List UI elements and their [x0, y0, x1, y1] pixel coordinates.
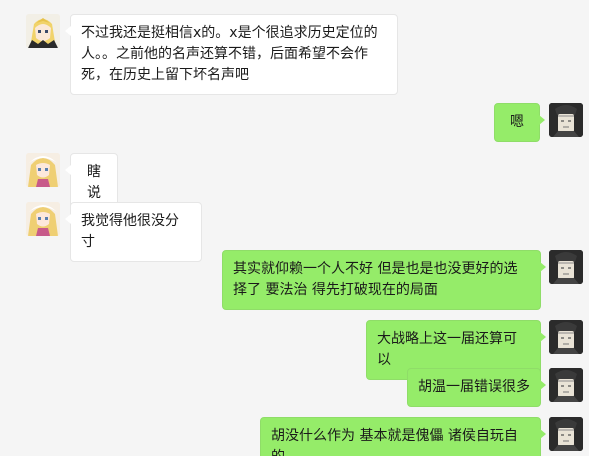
message-text: 胡没什么作为 基本就是傀儡 诸侯自玩自的: [271, 428, 518, 456]
message-row: 大战略上这一届还算可以: [0, 313, 589, 380]
avatar[interactable]: [549, 320, 583, 354]
chat-area: 不过我还是挺相信x的。x是个很追求历史定位的人。。之前他的名声还算不错，后面希望…: [0, 0, 589, 456]
avatar-anime-girl-icon: [26, 202, 60, 236]
message-bubble[interactable]: 其实就仰赖一个人不好 但是也是也没更好的选择了 要法治 得先打破现在的局面: [222, 250, 546, 310]
message-row: 我觉得他很没分寸: [0, 195, 589, 262]
avatar[interactable]: [26, 153, 60, 187]
message-row: 不过我还是挺相信x的。x是个很追求历史定位的人。。之前他的名声还算不错，后面希望…: [0, 0, 589, 95]
message-text: 其实就仰赖一个人不好 但是也是也没更好的选择了 要法治 得先打破现在的局面: [233, 261, 518, 298]
message-row: 嗯: [0, 95, 589, 145]
avatar[interactable]: [549, 103, 583, 137]
avatar-dark-figure-icon: [549, 103, 583, 137]
message-text: 胡温一届错误很多: [418, 379, 530, 395]
avatar[interactable]: [26, 202, 60, 236]
avatar-dark-figure-icon: [549, 250, 583, 284]
avatar-dark-figure-icon: [549, 417, 583, 451]
message-bubble[interactable]: 胡没什么作为 基本就是傀儡 诸侯自玩自的: [260, 417, 546, 456]
message-row: 胡温一届错误很多: [0, 363, 589, 411]
avatar[interactable]: [549, 250, 583, 284]
message-text: 不过我还是挺相信x的。x是个很追求历史定位的人。。之前他的名声还算不错，后面希望…: [81, 25, 378, 83]
avatar[interactable]: [549, 368, 583, 402]
message-bubble[interactable]: 胡温一届错误很多: [407, 368, 546, 407]
avatar[interactable]: [549, 417, 583, 451]
message-bubble[interactable]: 嗯: [494, 103, 545, 142]
avatar-dark-figure-icon: [549, 320, 583, 354]
avatar-anime-character-icon: [26, 14, 60, 48]
message-row: 胡没什么作为 基本就是傀儡 诸侯自玩自的: [0, 411, 589, 456]
avatar-anime-girl-icon: [26, 153, 60, 187]
message-bubble[interactable]: 不过我还是挺相信x的。x是个很追求历史定位的人。。之前他的名声还算不错，后面希望…: [65, 14, 398, 95]
message-text: 嗯: [510, 114, 524, 130]
avatar[interactable]: [26, 14, 60, 48]
message-row: 其实就仰赖一个人不好 但是也是也没更好的选择了 要法治 得先打破现在的局面: [0, 243, 589, 313]
avatar-dark-figure-icon: [549, 368, 583, 402]
message-row: 瞎说: [0, 145, 589, 213]
